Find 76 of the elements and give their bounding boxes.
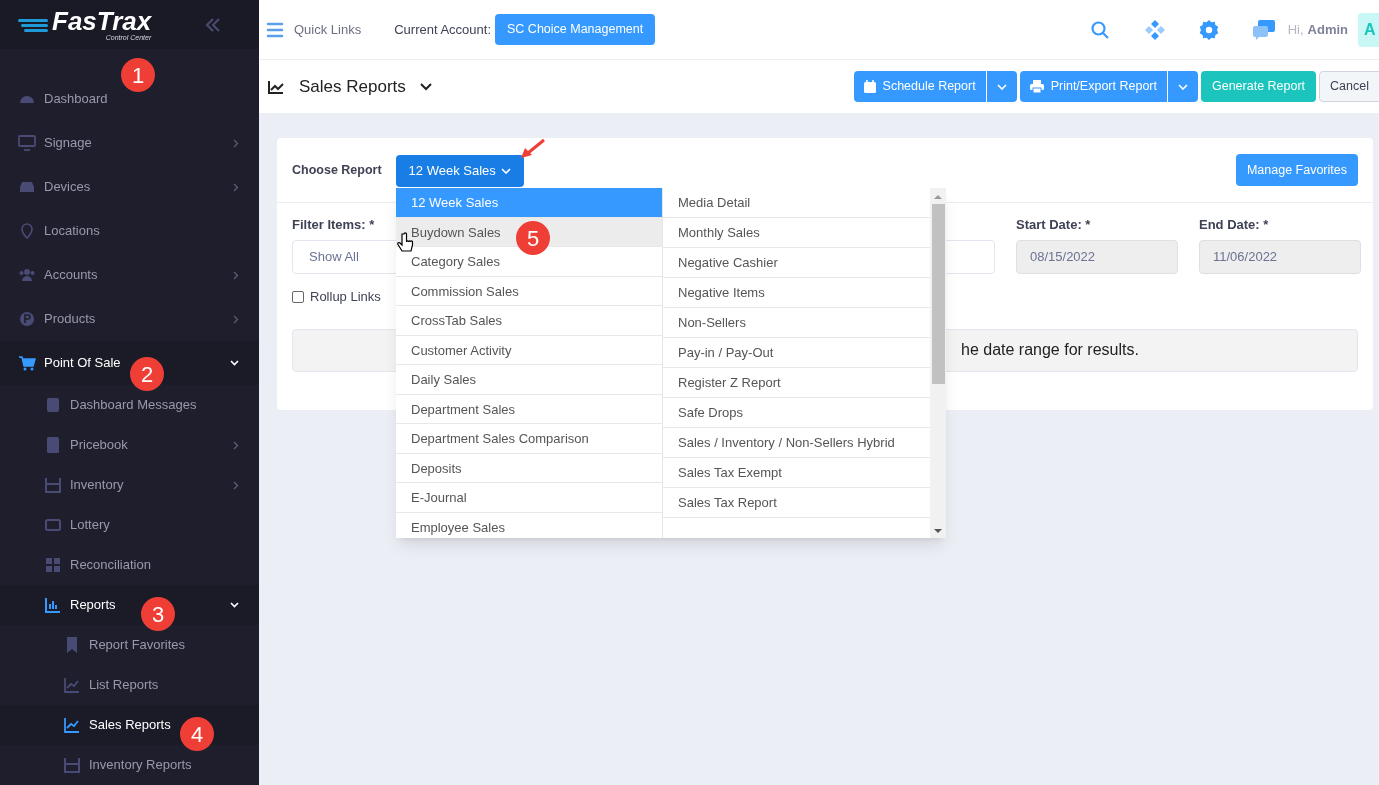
sidebar-item[interactable]: Reconciliation — [0, 545, 259, 585]
chevron-right-icon — [233, 440, 239, 450]
report-option[interactable]: Department Sales Comparison — [396, 424, 662, 454]
report-dropdown[interactable]: 12 Week Sales — [395, 155, 524, 187]
user-name: Admin — [1307, 20, 1348, 39]
rollup-label: Rollup Links — [310, 288, 381, 306]
dropdown-toggle[interactable] — [1167, 71, 1198, 102]
logo-text: FasTrax — [52, 8, 152, 34]
trend-chart-icon — [63, 676, 81, 694]
bar-chart-icon — [44, 596, 62, 614]
sidebar-item[interactable]: Products — [0, 297, 259, 341]
users-icon — [18, 266, 36, 284]
arrow-icon — [518, 138, 546, 160]
dropdown-toggle[interactable] — [986, 71, 1017, 102]
chevron-right-icon — [233, 138, 239, 148]
report-option[interactable]: Deposits — [396, 453, 662, 483]
scroll-up-icon[interactable] — [934, 194, 942, 200]
start-date-label: Start Date: * — [1016, 216, 1092, 234]
report-option[interactable]: Customer Activity — [396, 335, 662, 365]
p-circle-icon — [18, 310, 36, 328]
collapse-icon[interactable] — [205, 17, 221, 32]
start-date-field[interactable]: 08/15/2022 — [1016, 240, 1178, 274]
chevron-down-icon[interactable] — [419, 82, 432, 91]
calendar-icon — [863, 80, 876, 93]
chevron-right-icon — [233, 182, 239, 192]
sidebar-item[interactable]: Accounts — [0, 253, 259, 297]
chevron-right-icon — [233, 314, 239, 324]
filter-label: Filter Items: * — [292, 216, 375, 234]
chevron-down-icon — [230, 602, 239, 608]
settings-icon[interactable] — [1197, 18, 1220, 41]
greeting: Hi, — [1287, 20, 1304, 39]
cancel-button[interactable]: Cancel — [1319, 71, 1379, 102]
caret-icon — [996, 83, 1007, 90]
sidebar-item[interactable]: Signage — [0, 121, 259, 165]
report-option[interactable]: Employee Sales — [396, 512, 662, 538]
choose-report-label: Choose Report — [292, 161, 382, 179]
end-date-label: End Date: * — [1199, 216, 1270, 234]
report-option[interactable]: Department Sales — [396, 394, 662, 424]
page-title: Sales Reports — [299, 75, 406, 98]
chevron-right-icon — [233, 480, 239, 490]
rollup-checkbox[interactable] — [292, 290, 304, 303]
location-pin-icon — [18, 222, 36, 240]
caret-icon — [1177, 83, 1188, 90]
chevron-down-icon — [230, 360, 239, 366]
sidebar-item[interactable]: Inventory — [0, 465, 259, 505]
end-date-field[interactable]: 11/06/2022 — [1199, 240, 1361, 274]
shelf-icon — [44, 476, 62, 494]
chart-line-icon — [268, 79, 284, 94]
grid-icon — [44, 556, 62, 574]
search-icon[interactable] — [1089, 19, 1110, 40]
sidebar-item[interactable]: Pricebook — [0, 425, 259, 465]
sidebar-item[interactable]: Devices — [0, 165, 259, 209]
report-option[interactable]: Media Detail — [663, 188, 930, 218]
report-option[interactable]: Daily Sales — [396, 365, 662, 395]
cart-icon — [18, 354, 36, 372]
printer-icon — [1029, 80, 1044, 93]
chevron-right-icon — [233, 270, 239, 280]
report-option[interactable]: E-Journal — [396, 483, 662, 513]
sidebar-item[interactable]: List Reports — [0, 665, 259, 705]
monitor-icon — [18, 134, 36, 152]
scroll-down-icon[interactable] — [934, 528, 942, 534]
diamond-grid-icon[interactable] — [1143, 18, 1166, 41]
logo-icon — [18, 16, 48, 33]
report-option[interactable]: Commission Sales — [396, 276, 662, 306]
shelf-icon — [63, 756, 81, 774]
sidebar-item[interactable]: Locations — [0, 209, 259, 253]
menu-icon[interactable] — [266, 21, 284, 38]
trend-chart-icon — [63, 716, 81, 734]
ticket-icon — [44, 516, 62, 534]
report-option[interactable]: CrossTab Sales — [396, 306, 662, 336]
account-label: Current Account: — [394, 20, 492, 39]
caret-icon — [500, 168, 511, 174]
sidebar-item[interactable]: Lottery — [0, 505, 259, 545]
quick-links[interactable]: Quick Links — [294, 19, 362, 40]
chat-icon[interactable] — [1251, 18, 1276, 41]
scrollbar[interactable] — [930, 188, 946, 538]
